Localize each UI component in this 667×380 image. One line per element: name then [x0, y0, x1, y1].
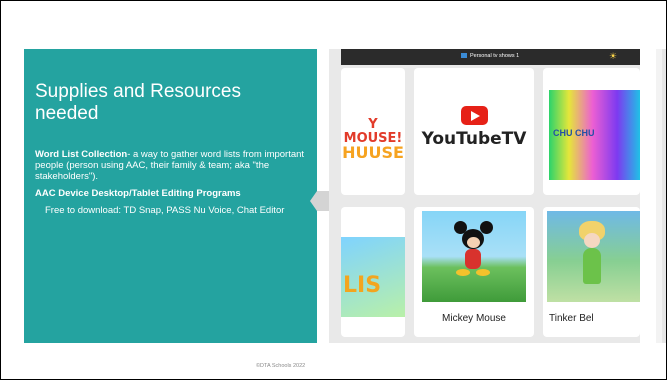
tile-tinker-bell[interactable]: Tinker Bel	[543, 207, 640, 337]
sub-bullet-free-download: Free to download: TD Snap, PASS Nu Voice…	[45, 205, 285, 216]
tile-chu-chu[interactable]: CHU CHU	[543, 68, 640, 195]
mickey-mouse-image	[422, 211, 526, 302]
tinker-dress	[583, 248, 601, 284]
footer-copyright: ©DTA Schools 2022	[256, 363, 306, 369]
play-icon	[461, 106, 488, 125]
tile-label: Mickey Mouse	[442, 313, 506, 324]
tile-art-text: LIS	[343, 273, 382, 298]
tile-image: LIS	[341, 237, 405, 317]
tile-disney-show[interactable]: LIS	[341, 207, 405, 337]
tile-mickey-mouse-clubhouse[interactable]: Y MOUSE! HUUSE	[341, 68, 405, 195]
bullet-editing-programs: AAC Device Desktop/Tablet Editing Progra…	[35, 188, 305, 199]
mickey-shoe	[456, 269, 470, 276]
youtube-tv-logo-text: YouTubeTV	[421, 129, 527, 149]
arrow-left-icon	[310, 191, 329, 211]
bullet-word-list: Word List Collection- a way to gather wo…	[35, 149, 305, 182]
mickey-body	[465, 249, 481, 269]
tile-image: CHU CHU	[549, 90, 640, 180]
mickey-ear	[480, 221, 493, 234]
next-slide-panel	[656, 49, 666, 343]
slide: Supplies and Resources needed Word List …	[0, 0, 667, 380]
bullet-word-list-bold: Word List Collection	[35, 149, 128, 160]
tile-art: Y MOUSE! HUUSE	[341, 117, 405, 162]
app-screenshot: Personal tv shows 1 ☀ Y MOUSE! HUUSE You…	[329, 49, 640, 343]
slide-title: Supplies and Resources needed	[35, 81, 241, 124]
tile-art-text: CHU CHU	[553, 128, 595, 138]
tile-art-text: Y MOUSE!	[343, 117, 403, 146]
content-panel: Supplies and Resources needed Word List …	[24, 49, 317, 343]
tile-mickey-mouse[interactable]: Mickey Mouse	[414, 207, 534, 337]
status-title: Personal tv shows 1	[461, 53, 519, 59]
tinker-bell-image	[547, 211, 640, 302]
mickey-shoe	[476, 269, 490, 276]
tile-youtube-tv[interactable]: YouTubeTV	[414, 68, 534, 195]
bullet-editing-programs-bold: AAC Device Desktop/Tablet Editing Progra…	[35, 188, 241, 199]
tinker-face	[584, 233, 600, 248]
mickey-face	[467, 237, 480, 248]
slide-body: Word List Collection- a way to gather wo…	[35, 149, 305, 222]
tile-art-text-2: HUUSE	[342, 143, 404, 162]
status-bar: Personal tv shows 1 ☀	[341, 49, 640, 65]
tile-label: Tinker Bel	[549, 313, 594, 324]
lightbulb-icon: ☀	[609, 51, 618, 61]
